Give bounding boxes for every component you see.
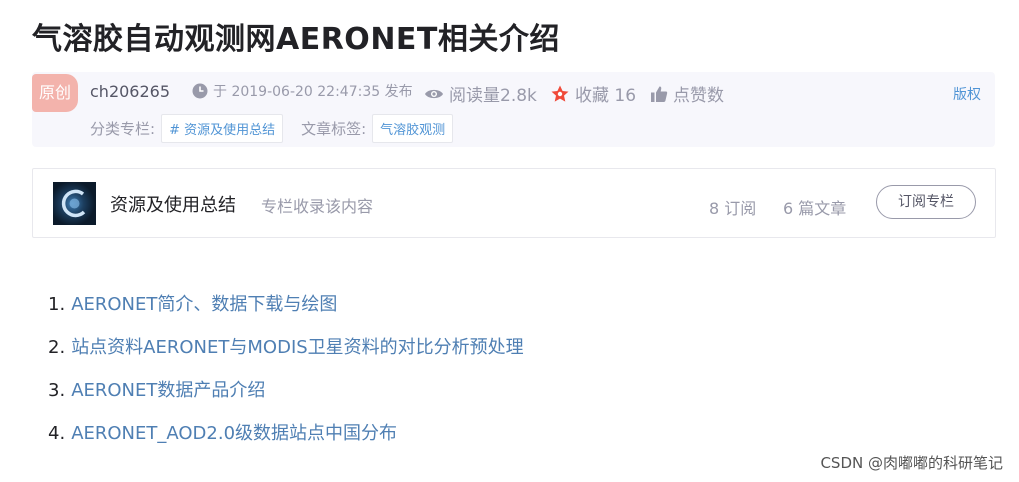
column-description: 专栏收录该内容 [261, 197, 374, 216]
view-count: 阅读量2.8k [424, 81, 537, 106]
column-article-count: 6 篇文章 [783, 199, 847, 218]
list-item-link[interactable]: AERONET_AOD2.0级数据站点中国分布 [71, 423, 397, 444]
original-badge: 原创 [32, 74, 78, 112]
column-logo-icon [61, 189, 86, 218]
thumb-up-icon [651, 86, 668, 102]
csdn-watermark: CSDN @肉嘟嘟的科研笔记 [820, 454, 1003, 472]
column-subscribers: 8 订阅 [709, 199, 757, 218]
list-item: 1. AERONET简介、数据下载与绘图 [48, 288, 524, 331]
column-avatar[interactable] [53, 182, 96, 225]
list-item-number: 3. [48, 380, 66, 401]
category-label: 分类专栏: [90, 120, 156, 138]
subscribe-column-button[interactable]: 订阅专栏 [876, 185, 976, 219]
list-item: 2. 站点资料AERONET与MODIS卫星资料的对比分析预处理 [48, 331, 524, 374]
favorite-count: 收藏 16 [575, 86, 637, 106]
list-item-link[interactable]: 站点资料AERONET与MODIS卫星资料的对比分析预处理 [71, 337, 524, 358]
eye-icon [425, 89, 443, 98]
copyright-link[interactable]: 版权 [953, 84, 981, 104]
category-tag[interactable]: # 资源及使用总结 [161, 114, 284, 143]
list-item: 4. AERONET_AOD2.0级数据站点中国分布 [48, 417, 524, 460]
like-button[interactable]: 点赞数 [650, 81, 724, 106]
publish-time-text: 于 2019-06-20 22:47:35 发布 [213, 84, 413, 100]
article-list: 1. AERONET简介、数据下载与绘图 2. 站点资料AERONET与MODIS卫… [48, 288, 524, 460]
list-item-number: 2. [48, 337, 66, 358]
meta-tags-row: 分类专栏: # 资源及使用总结 文章标签: 气溶胶观测 [90, 114, 454, 143]
list-item-number: 4. [48, 423, 66, 444]
list-item-link[interactable]: AERONET简介、数据下载与绘图 [71, 294, 337, 315]
article-meta-box: 原创 ch206265 于 2019-06-20 22:47:35 发布 阅读量… [32, 72, 995, 147]
article-title: 气溶胶自动观测网AERONET相关介绍 [32, 22, 560, 57]
like-label: 点赞数 [673, 86, 724, 106]
list-item-link[interactable]: AERONET数据产品介绍 [71, 380, 265, 401]
author-link[interactable]: ch206265 [90, 82, 170, 101]
list-item: 3. AERONET数据产品介绍 [48, 374, 524, 417]
view-count-text: 阅读量2.8k [449, 86, 537, 106]
article-tag[interactable]: 气溶胶观测 [372, 114, 454, 143]
column-name[interactable]: 资源及使用总结 [110, 191, 236, 217]
column-card: 资源及使用总结 专栏收录该内容 8 订阅 6 篇文章 订阅专栏 [32, 168, 996, 238]
star-icon [551, 85, 569, 102]
publish-time: 于 2019-06-20 22:47:35 发布 [192, 81, 413, 101]
tags-label: 文章标签: [301, 120, 367, 138]
list-item-number: 1. [48, 294, 66, 315]
favorite-button[interactable]: 收藏 16 [550, 81, 636, 106]
clock-icon [192, 83, 208, 99]
